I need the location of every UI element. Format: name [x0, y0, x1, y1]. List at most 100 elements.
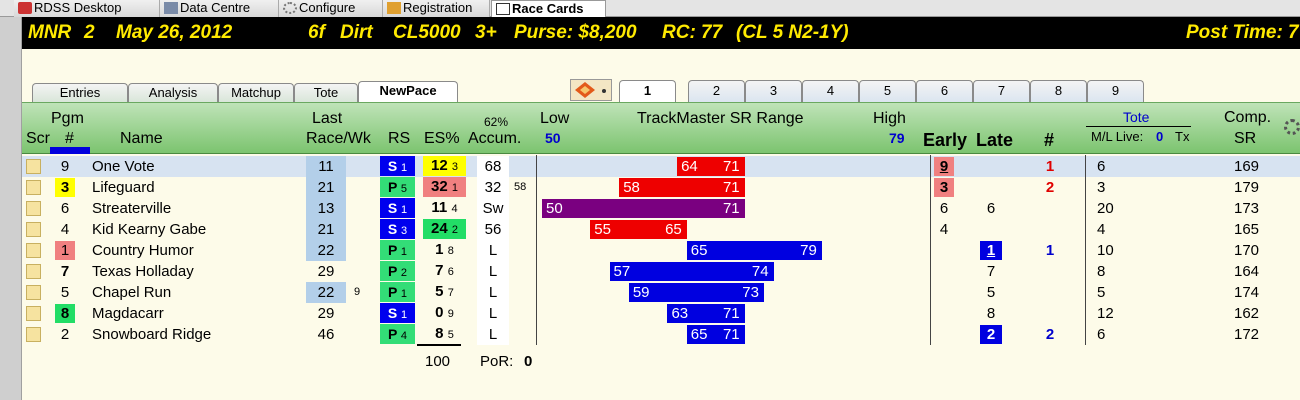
col-sr[interactable]: SR	[1234, 130, 1256, 148]
scratch-checkbox[interactable]	[26, 159, 41, 174]
scratch-checkbox[interactable]	[26, 306, 41, 321]
sr-range-bar: 58 71	[619, 178, 745, 197]
tab-matchup[interactable]: Matchup	[218, 83, 294, 102]
race-tab-9[interactable]: 9	[1087, 80, 1144, 102]
early-rank: 3	[934, 178, 954, 197]
col-range[interactable]: TrackMaster SR Range	[637, 110, 804, 128]
race-tab-7[interactable]: 7	[973, 80, 1030, 102]
late-rank: 5	[986, 284, 996, 301]
table-row[interactable]: 8 Magdacarr 29 S 1 0 9 L 63 71 8 12 162	[22, 303, 1300, 324]
col-last[interactable]: Last	[312, 110, 342, 128]
race-tab-5[interactable]: 5	[859, 80, 916, 102]
tab-analysis[interactable]: Analysis	[128, 83, 218, 102]
scratch-checkbox[interactable]	[26, 285, 41, 300]
horse-name[interactable]: Kid Kearny Gabe	[92, 219, 206, 240]
race-conditions: (CL 5 N2-1Y)	[736, 22, 849, 43]
early-speed-pct: 5 7	[435, 283, 454, 300]
col-scr[interactable]: Scr	[26, 130, 50, 148]
post-time: Post Time: 7	[1186, 22, 1299, 43]
scratch-checkbox[interactable]	[26, 264, 41, 279]
scratch-checkbox[interactable]	[26, 243, 41, 258]
por-value: 0	[524, 353, 533, 370]
race-date: May 26, 2012	[116, 22, 233, 43]
running-style: S 1	[380, 303, 415, 323]
horse-name[interactable]: Chapel Run	[92, 282, 171, 303]
diamond-icon[interactable]	[570, 79, 612, 101]
horse-name[interactable]: One Vote	[92, 156, 155, 177]
race-tab-3[interactable]: 3	[745, 80, 802, 102]
col-hash[interactable]: #	[65, 130, 74, 148]
program-number: 6	[60, 200, 70, 217]
race-tab-8[interactable]: 8	[1030, 80, 1087, 102]
col-low[interactable]: Low	[540, 110, 569, 128]
late-rank	[980, 156, 1002, 177]
early-rank	[934, 303, 954, 324]
late-rank: 1	[980, 241, 1002, 260]
race-tab-1[interactable]: 1	[619, 80, 676, 102]
col-num[interactable]: #	[1044, 130, 1054, 151]
early-rank: 4	[939, 221, 949, 238]
table-row[interactable]: 4 Kid Kearny Gabe 21 S 3 24 2 56 55 65 4 4 165	[22, 219, 1300, 240]
table-row[interactable]: 6 Streaterville 13 S 1 11 4 Sw 50 71 6 6 20 173	[22, 198, 1300, 219]
tab-entries[interactable]: Entries	[32, 83, 128, 102]
col-rs[interactable]: RS	[388, 130, 410, 148]
table-row[interactable]: 9 One Vote 11 S 1 12 3 68 64 71 9 1 6 169	[22, 156, 1300, 177]
col-accum[interactable]: Accum.	[468, 130, 521, 148]
col-high[interactable]: High	[873, 110, 906, 128]
col-tx[interactable]: Tx	[1175, 129, 1189, 144]
col-name[interactable]: Name	[120, 130, 163, 148]
col-early[interactable]: Early	[923, 130, 967, 151]
race-tab-6[interactable]: 6	[916, 80, 973, 102]
comp-sr: 162	[1234, 305, 1260, 322]
table-row[interactable]: 5 Chapel Run 22 9 P 1 5 7 L 59 73 5 5 174	[22, 282, 1300, 303]
accumulation: L	[477, 324, 509, 345]
table-row[interactable]: 3 Lifeguard 21 P 5 32 1 32 58 58 71 3 2 3 179	[22, 177, 1300, 198]
col-es[interactable]: ES%	[424, 130, 460, 148]
horse-name[interactable]: Streaterville	[92, 198, 171, 219]
horse-name[interactable]: Snowboard Ridge	[92, 324, 211, 345]
tab-data-centre[interactable]: Data Centre	[160, 0, 279, 17]
col-racewk[interactable]: Race/Wk	[306, 130, 371, 148]
tab-tote[interactable]: Tote	[294, 83, 358, 102]
sr-range-bar: 65 79	[686, 241, 822, 260]
tab-newpace[interactable]: NewPace	[358, 81, 458, 102]
tab-configure[interactable]: Configure	[279, 0, 383, 17]
last-race-weeks: 11	[306, 156, 346, 177]
col-ml-live[interactable]: M/L Live:	[1091, 129, 1143, 144]
tote-underline	[1086, 126, 1191, 127]
race-number: 2	[84, 22, 95, 43]
horse-name[interactable]: Lifeguard	[92, 177, 155, 198]
contender-number: 2	[1045, 179, 1055, 196]
horse-name[interactable]: Magdacarr	[92, 303, 164, 324]
scratch-checkbox[interactable]	[26, 201, 41, 216]
tab-rdss-desktop[interactable]: RDSS Desktop	[14, 0, 160, 17]
col-comp[interactable]: Comp.	[1224, 109, 1271, 127]
race-class: CL5000	[393, 22, 461, 43]
table-row[interactable]: 1 Country Humor 22 P 1 1 8 L 65 79 1 1 10 170	[22, 240, 1300, 261]
tab-registration[interactable]: Registration	[383, 0, 490, 17]
col-pgm[interactable]: Pgm	[51, 110, 84, 128]
tab-race-cards[interactable]: Race Cards	[491, 0, 606, 18]
late-rank: 6	[986, 200, 996, 217]
race-tab-2[interactable]: 2	[688, 80, 745, 102]
sr-range-bar: 64 71	[677, 157, 745, 176]
col-tote[interactable]: Tote	[1123, 109, 1149, 125]
horse-name[interactable]: Texas Holladay	[92, 261, 194, 282]
race-tab-4[interactable]: 4	[802, 80, 859, 102]
comp-sr: 174	[1234, 284, 1260, 301]
scratch-checkbox[interactable]	[26, 180, 41, 195]
comp-sr: 170	[1234, 242, 1260, 259]
table-row[interactable]: 2 Snowboard Ridge 46 P 4 8 5 L 65 71 2 2 6 172	[22, 324, 1300, 345]
late-rank: 2	[980, 325, 1002, 344]
settings-gear-icon[interactable]	[1284, 119, 1300, 135]
late-rank: 7	[986, 263, 996, 280]
high-value: 79	[889, 130, 905, 146]
scratch-checkbox[interactable]	[26, 222, 41, 237]
column-header: Pgm Scr # Name Last Race/Wk RS ES% 62% A…	[22, 102, 1300, 154]
table-row[interactable]: 7 Texas Holladay 29 P 2 7 6 L 57 74 7 8 164	[22, 261, 1300, 282]
scratch-checkbox[interactable]	[26, 327, 41, 342]
horse-name[interactable]: Country Humor	[92, 240, 194, 261]
database-icon	[164, 2, 178, 14]
race-surface: Dirt	[340, 22, 373, 43]
col-late[interactable]: Late	[976, 130, 1013, 151]
